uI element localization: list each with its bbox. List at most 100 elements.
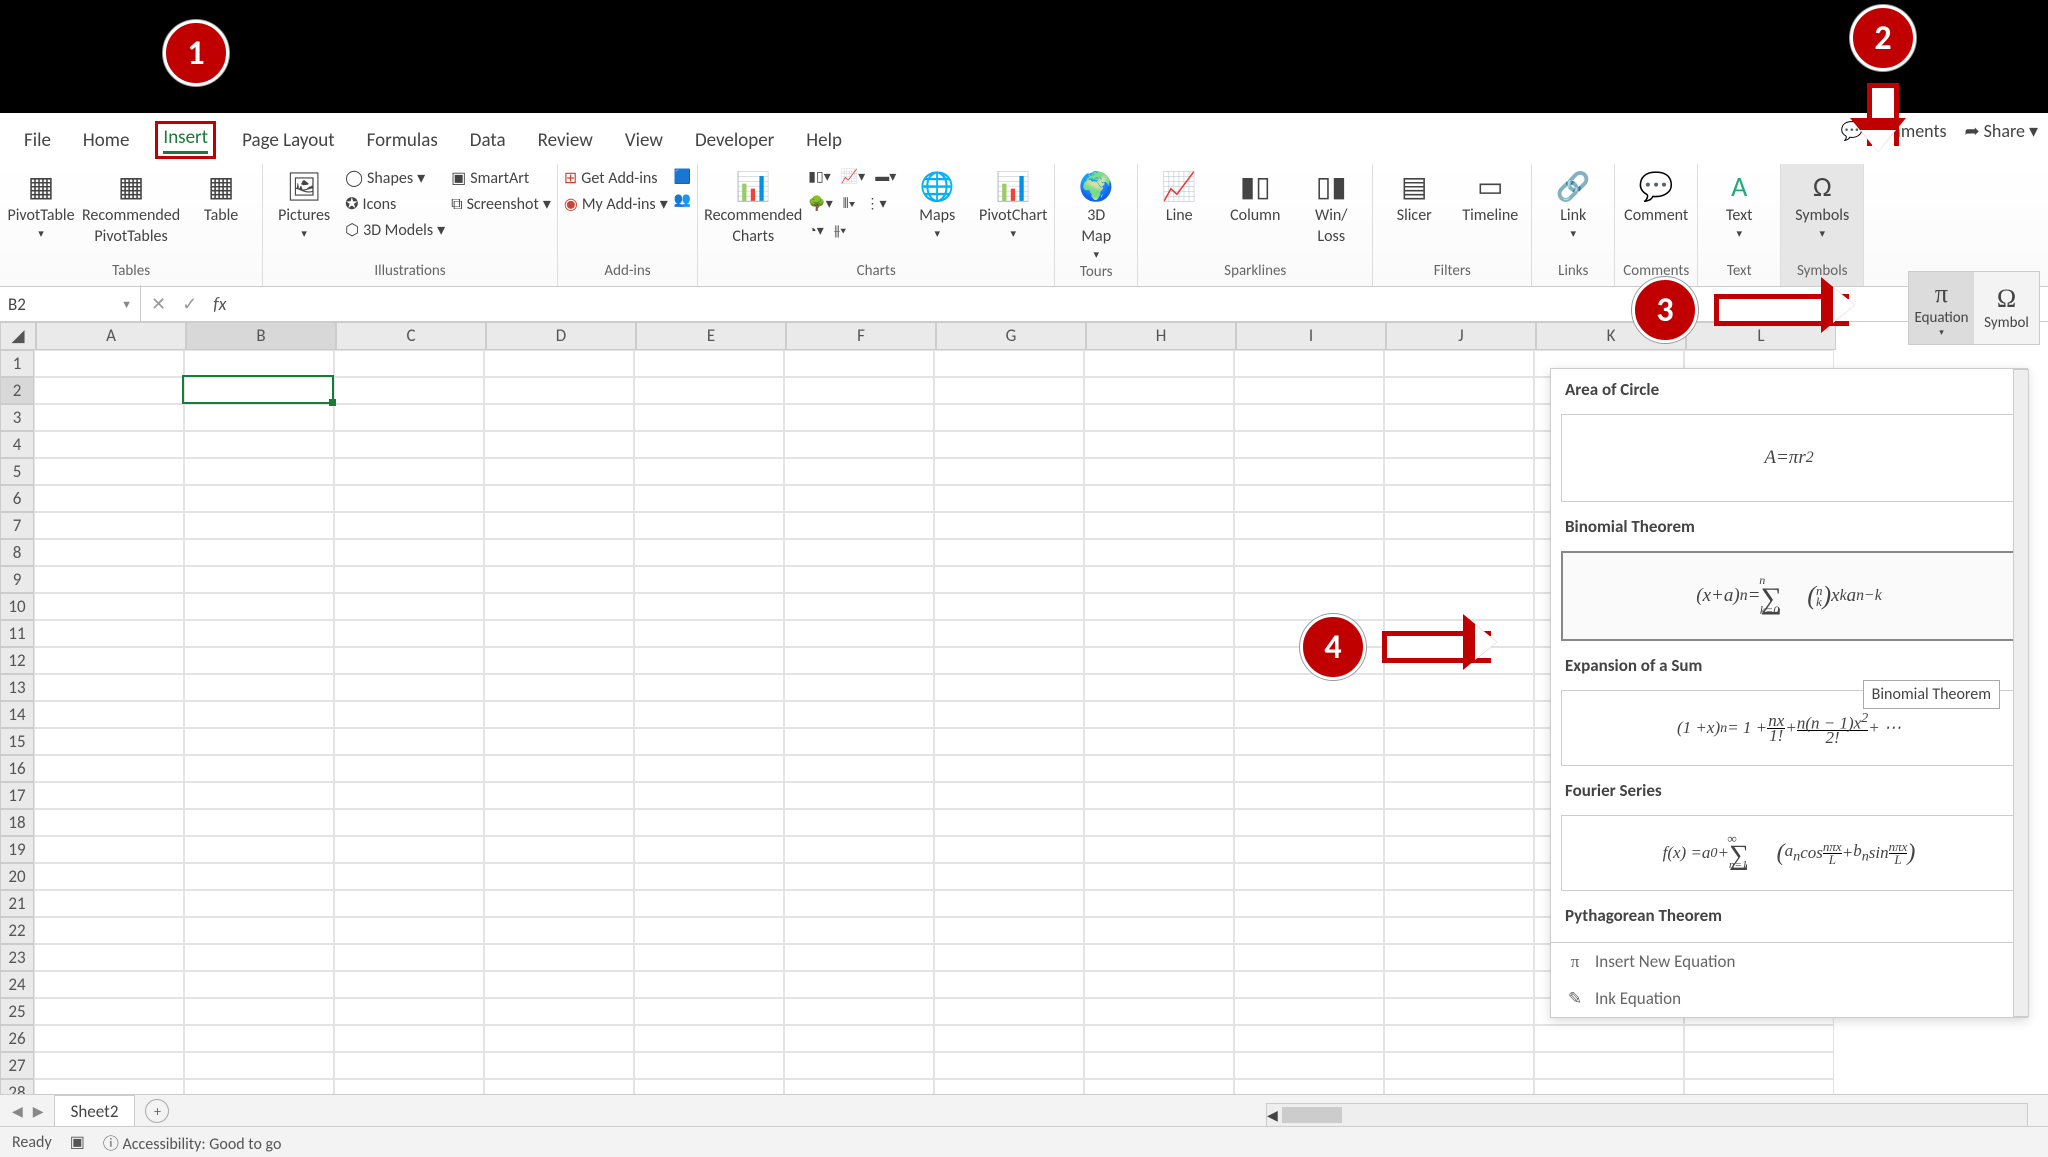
share-button[interactable]: ➦ Share ▾ xyxy=(1965,120,2038,142)
cell[interactable] xyxy=(634,890,784,917)
spark-column-button[interactable]: ▮▯Column xyxy=(1220,168,1290,225)
cell[interactable] xyxy=(1084,647,1234,674)
cell[interactable] xyxy=(1234,863,1384,890)
cell[interactable] xyxy=(634,350,784,377)
cell[interactable] xyxy=(484,944,634,971)
cell[interactable] xyxy=(784,809,934,836)
cell[interactable] xyxy=(1234,350,1384,377)
cell[interactable] xyxy=(484,890,634,917)
cell[interactable] xyxy=(34,998,184,1025)
cell[interactable] xyxy=(634,404,784,431)
cell[interactable] xyxy=(484,566,634,593)
my-addins-button[interactable]: ◉My Add-ins ▾ xyxy=(564,194,668,214)
cell[interactable] xyxy=(1384,998,1534,1025)
cell[interactable] xyxy=(34,944,184,971)
cell[interactable] xyxy=(784,863,934,890)
row-11[interactable]: 11 xyxy=(0,620,34,647)
cell[interactable] xyxy=(334,458,484,485)
symbols-button[interactable]: ΩSymbols▾ xyxy=(1787,168,1857,240)
cell[interactable] xyxy=(334,701,484,728)
cell[interactable] xyxy=(1084,593,1234,620)
cell[interactable] xyxy=(934,944,1084,971)
symbol-button[interactable]: ΩSymbol xyxy=(1974,272,2039,344)
select-all-corner[interactable]: ◢ xyxy=(0,322,36,350)
cell[interactable] xyxy=(334,350,484,377)
cell[interactable] xyxy=(334,485,484,512)
pivotchart-button[interactable]: 📊PivotChart▾ xyxy=(978,168,1048,240)
cell[interactable] xyxy=(484,1025,634,1052)
chart-line-icon[interactable]: 📈▾ xyxy=(841,168,865,185)
tab-data[interactable]: Data xyxy=(464,125,512,156)
cell[interactable] xyxy=(34,620,184,647)
cell[interactable] xyxy=(1084,890,1234,917)
cell[interactable] xyxy=(184,782,334,809)
cell[interactable] xyxy=(184,431,334,458)
cell[interactable] xyxy=(334,809,484,836)
cell[interactable] xyxy=(1084,755,1234,782)
3d-map-button[interactable]: 🌍3DMap▾ xyxy=(1061,168,1131,261)
cell[interactable] xyxy=(1384,458,1534,485)
cell[interactable] xyxy=(334,647,484,674)
cell[interactable] xyxy=(784,917,934,944)
cell[interactable] xyxy=(334,917,484,944)
cell[interactable] xyxy=(334,539,484,566)
cell[interactable] xyxy=(934,728,1084,755)
cell[interactable] xyxy=(334,836,484,863)
cell[interactable] xyxy=(634,458,784,485)
cell[interactable] xyxy=(184,836,334,863)
cell[interactable] xyxy=(184,458,334,485)
cell[interactable] xyxy=(634,431,784,458)
cell[interactable] xyxy=(934,620,1084,647)
cell[interactable] xyxy=(184,539,334,566)
cell[interactable] xyxy=(34,404,184,431)
cell[interactable] xyxy=(34,377,184,404)
cell[interactable] xyxy=(934,404,1084,431)
tab-developer[interactable]: Developer xyxy=(689,125,780,156)
cell[interactable] xyxy=(1234,1052,1384,1079)
cell[interactable] xyxy=(784,404,934,431)
cell[interactable] xyxy=(1084,944,1234,971)
cell[interactable] xyxy=(34,431,184,458)
cell[interactable] xyxy=(1384,512,1534,539)
cell[interactable] xyxy=(934,917,1084,944)
cell[interactable] xyxy=(934,593,1084,620)
cell[interactable] xyxy=(784,377,934,404)
cell[interactable] xyxy=(34,647,184,674)
cell[interactable] xyxy=(1384,944,1534,971)
equation-item[interactable]: f(x) = a0 + ∑n=1∞(an cos nπxL + bn sin n… xyxy=(1561,815,2017,891)
cell[interactable] xyxy=(334,674,484,701)
cell[interactable] xyxy=(784,836,934,863)
cell[interactable] xyxy=(1384,836,1534,863)
cell[interactable] xyxy=(934,863,1084,890)
cell[interactable] xyxy=(634,701,784,728)
row-14[interactable]: 14 xyxy=(0,701,34,728)
accessibility-status[interactable]: ⓘ Accessibility: Good to go xyxy=(103,1130,282,1154)
cell[interactable] xyxy=(1234,944,1384,971)
cell[interactable] xyxy=(1084,431,1234,458)
cell[interactable] xyxy=(1084,1052,1234,1079)
cell[interactable] xyxy=(34,485,184,512)
cell[interactable] xyxy=(484,971,634,998)
row-25[interactable]: 25 xyxy=(0,998,34,1025)
cell[interactable] xyxy=(1084,620,1234,647)
chevron-down-icon[interactable]: ▼ xyxy=(121,298,132,311)
cell[interactable] xyxy=(934,755,1084,782)
cell[interactable] xyxy=(334,512,484,539)
row-22[interactable]: 22 xyxy=(0,917,34,944)
col-F[interactable]: F xyxy=(786,322,936,350)
cell[interactable] xyxy=(634,944,784,971)
insert-new-equation[interactable]: πInsert New Equation xyxy=(1551,943,2027,980)
cell[interactable] xyxy=(1234,566,1384,593)
cell[interactable] xyxy=(184,971,334,998)
text-button[interactable]: AText▾ xyxy=(1704,168,1774,240)
cell[interactable] xyxy=(1234,404,1384,431)
cell[interactable] xyxy=(34,917,184,944)
row-26[interactable]: 26 xyxy=(0,1025,34,1052)
cell[interactable] xyxy=(484,377,634,404)
cell[interactable] xyxy=(1234,836,1384,863)
col-I[interactable]: I xyxy=(1236,322,1386,350)
cell[interactable] xyxy=(184,647,334,674)
cell[interactable] xyxy=(1084,836,1234,863)
cell[interactable] xyxy=(934,1052,1084,1079)
cell[interactable] xyxy=(34,836,184,863)
